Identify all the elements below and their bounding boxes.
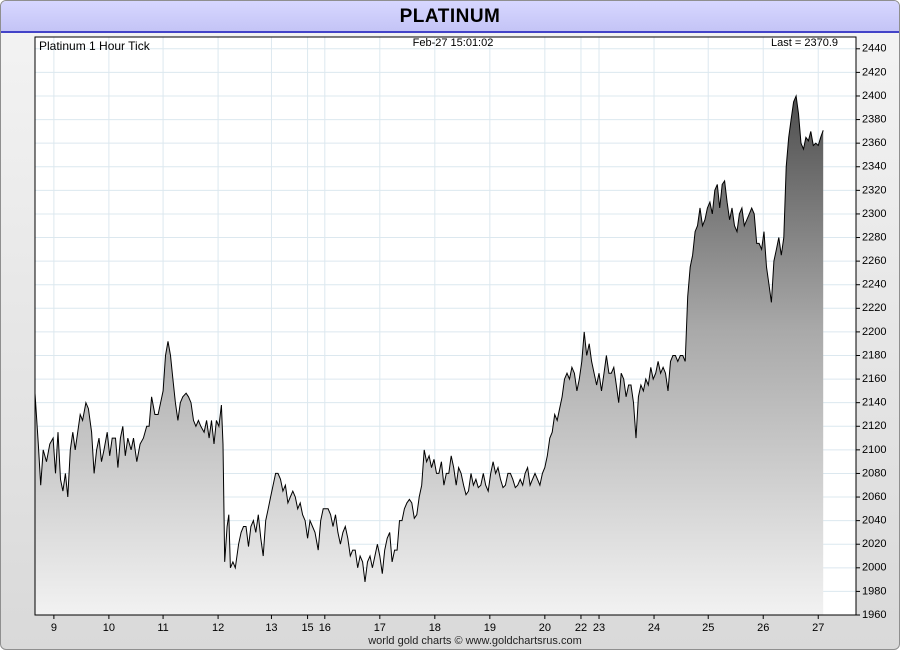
x-tick-label: 24 [648, 622, 660, 634]
y-tick-label: 2160 [862, 373, 886, 385]
y-tick-label: 2060 [862, 491, 886, 503]
y-tick-label: 2280 [862, 231, 886, 243]
y-tick-label: 2300 [862, 208, 886, 220]
y-tick-label: 2240 [862, 279, 886, 291]
x-tick-label: 25 [702, 622, 714, 634]
x-tick-label: 23 [593, 622, 605, 634]
x-tick-label: 19 [484, 622, 496, 634]
y-tick-label: 2020 [862, 538, 886, 550]
x-tick-label: 22 [575, 622, 587, 634]
x-tick-label: 15 [301, 622, 313, 634]
x-axis: 9 10 11 12 13 15 16 17 18 19 20 22 23 24 25 26 27 [51, 615, 824, 634]
y-tick-label: 2180 [862, 349, 886, 361]
x-tick-label: 10 [103, 622, 115, 634]
last-price: Last = 2370.9 [771, 37, 838, 49]
y-tick-label: 2080 [862, 467, 886, 479]
y-tick-label: 2120 [862, 420, 886, 432]
x-tick-label: 16 [319, 622, 331, 634]
y-tick-label: 2380 [862, 113, 886, 125]
y-tick-label: 2260 [862, 255, 886, 267]
y-tick-label: 2360 [862, 137, 886, 149]
x-tick-label: 17 [374, 622, 386, 634]
y-tick-label: 2000 [862, 562, 886, 574]
y-tick-label: 2400 [862, 90, 886, 102]
y-tick-label: 2420 [862, 66, 886, 78]
y-tick-label: 2340 [862, 161, 886, 173]
y-tick-label: 2320 [862, 184, 886, 196]
y-tick-label: 2440 [862, 43, 886, 55]
y-tick-label: 2040 [862, 515, 886, 527]
timestamp: Feb-27 15:01:02 [413, 37, 494, 49]
x-tick-label: 11 [157, 622, 168, 634]
x-tick-label: 26 [757, 622, 769, 634]
y-tick-label: 2140 [862, 397, 886, 409]
y-tick-label: 2100 [862, 444, 886, 456]
y-axis: 1960 1980 2000 2020 2040 2060 2080 2100 2120 2140… [856, 43, 886, 621]
x-tick-label: 13 [265, 622, 277, 634]
x-tick-label: 27 [812, 622, 824, 634]
y-tick-label: 1960 [862, 609, 886, 621]
x-tick-label: 9 [51, 622, 57, 634]
y-tick-label: 1980 [862, 585, 886, 597]
platinum-chart: 1960 1980 2000 2020 2040 2060 2080 2100 2120 2140… [34, 36, 886, 647]
y-tick-label: 2200 [862, 326, 886, 338]
x-tick-label: 18 [429, 622, 441, 634]
footer-credit: world gold charts © www.goldchartsrus.co… [367, 635, 582, 647]
x-tick-label: 20 [539, 622, 551, 634]
y-tick-label: 2220 [862, 302, 886, 314]
x-tick-label: 12 [212, 622, 224, 634]
chart-title: Platinum 1 Hour Tick [39, 39, 151, 53]
